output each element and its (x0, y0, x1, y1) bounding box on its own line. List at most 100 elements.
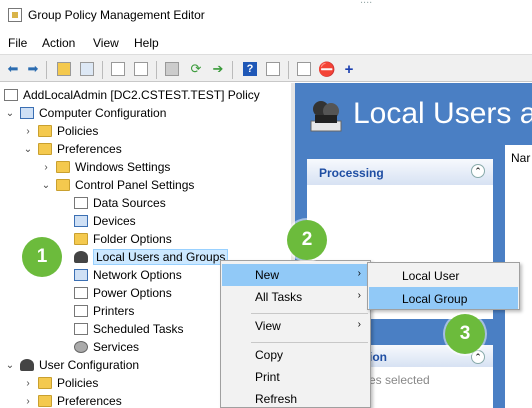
menu-item-label: View (255, 319, 281, 333)
tree-local-users-and-groups[interactable]: Local Users and Groups (70, 248, 229, 266)
submenu-item-local-group[interactable]: Local Group (369, 287, 518, 309)
copy-icon[interactable] (111, 62, 125, 76)
tree-policies[interactable]: › Policies (22, 122, 98, 140)
help-icon[interactable]: ? (243, 62, 257, 76)
export-icon[interactable]: ➔ (209, 60, 227, 78)
tree-label: Data Sources (93, 196, 166, 210)
power-options-icon (74, 287, 88, 299)
context-item-view[interactable]: View › (222, 315, 369, 337)
tree-label: Computer Configuration (39, 106, 167, 120)
tree-root[interactable]: AddLocalAdmin [DC2.CSTEST.TEST] Policy (4, 86, 260, 104)
chevron-down-icon[interactable]: ⌄ (4, 108, 16, 119)
tree-folder-options[interactable]: Folder Options (70, 230, 172, 248)
menu-item-label: Refresh (255, 392, 298, 406)
menu-view[interactable]: View (93, 36, 119, 50)
tree-root-label: AddLocalAdmin [DC2.CSTEST.TEST] Policy (23, 88, 260, 102)
menu-item-label: New (255, 268, 280, 282)
tree-label: Policies (57, 124, 99, 138)
menu-item-label: All Tasks (255, 290, 303, 304)
new-item-icon[interactable] (297, 62, 311, 76)
tree-label: Policies (57, 376, 99, 390)
tree-label: Devices (93, 214, 136, 228)
chevron-right-icon: › (357, 319, 361, 330)
properties-icon[interactable] (266, 62, 280, 76)
tree-preferences[interactable]: ⌄ Preferences (22, 140, 122, 158)
forward-arrow-icon[interactable]: ➡ (24, 60, 42, 78)
tree-label: Local Users and Groups (93, 249, 229, 265)
context-item-refresh[interactable]: Refresh (222, 388, 369, 408)
app-icon (8, 8, 22, 22)
context-item-copy[interactable]: Copy (222, 344, 369, 366)
tree-label: Services (93, 340, 140, 354)
tree-power-options[interactable]: Power Options (70, 284, 172, 302)
chevron-right-icon[interactable]: › (22, 378, 34, 389)
collapse-up-icon[interactable]: ⌃ (471, 164, 485, 178)
chevron-right-icon[interactable]: › (22, 396, 34, 407)
toolbar: ⬅ ➡ ⟳ ➔ ? ⛔ + (0, 54, 532, 82)
tree-computer-configuration[interactable]: ⌄ Computer Configuration (4, 104, 167, 122)
printers-icon (74, 305, 88, 317)
menu-item-label: Print (255, 370, 280, 384)
submenu-item-local-user[interactable]: Local User (369, 264, 518, 286)
menu-help[interactable]: Help (134, 36, 159, 50)
tree-windows-settings[interactable]: › Windows Settings (40, 158, 170, 176)
tree-user-preferences[interactable]: › Preferences (22, 392, 121, 408)
chevron-down-icon[interactable]: ⌄ (22, 144, 34, 155)
tree-label: Preferences (57, 142, 122, 156)
tree-label: Network Options (93, 268, 182, 282)
show-hide-tree-icon[interactable] (80, 62, 94, 76)
column-header-name[interactable]: Nar (511, 151, 530, 165)
tree-label: Scheduled Tasks (93, 322, 184, 336)
title-bar: Group Policy Management Editor .... (0, 0, 532, 30)
tree-devices[interactable]: Devices (70, 212, 136, 230)
tree-data-sources[interactable]: Data Sources (70, 194, 166, 212)
computer-icon (20, 107, 34, 119)
control-panel-folder-icon (56, 179, 70, 191)
tree-scheduled-tasks[interactable]: Scheduled Tasks (70, 320, 184, 338)
menu-separator (251, 313, 368, 314)
tree-label: Power Options (93, 286, 172, 300)
window-title: Group Policy Management Editor (28, 8, 205, 22)
context-item-new[interactable]: New › (222, 264, 369, 286)
folder-icon (38, 377, 52, 389)
tree-printers[interactable]: Printers (70, 302, 134, 320)
chevron-right-icon[interactable]: › (40, 162, 52, 173)
tree-label: Control Panel Settings (75, 178, 195, 192)
new-submenu: Local User Local Group (367, 262, 520, 310)
policy-doc-icon (4, 89, 18, 101)
stop-icon[interactable]: ⛔ (318, 60, 336, 78)
add-icon[interactable]: + (340, 60, 358, 78)
tree-user-configuration[interactable]: ⌄ User Configuration (4, 356, 139, 374)
menu-file[interactable]: File (8, 36, 27, 50)
callout-badge-1: 1 (22, 237, 62, 277)
tree-network-options[interactable]: Network Options (70, 266, 182, 284)
chevron-down-icon[interactable]: ⌄ (40, 180, 52, 191)
paste-icon[interactable] (134, 62, 148, 76)
chevron-right-icon[interactable]: › (22, 126, 34, 137)
folder-icon (38, 125, 52, 137)
up-folder-icon[interactable] (57, 62, 71, 76)
menu-separator (251, 342, 368, 343)
folder-icon (56, 161, 70, 173)
callout-badge-3: 3 (445, 314, 485, 354)
user-icon (20, 359, 34, 371)
network-options-icon (74, 269, 88, 281)
pane-title: Local Users a (353, 97, 532, 130)
tree-label: Windows Settings (75, 160, 171, 174)
context-item-all-tasks[interactable]: All Tasks › (222, 286, 369, 308)
tree-services[interactable]: Services (70, 338, 139, 356)
menu-bar: File Action View Help (0, 30, 532, 54)
folder-icon (38, 143, 52, 155)
menu-action[interactable]: Action (42, 36, 75, 50)
tree-user-policies[interactable]: › Policies (22, 374, 98, 392)
context-item-print[interactable]: Print (222, 366, 369, 388)
refresh-icon[interactable]: ⟳ (187, 60, 205, 78)
tree-control-panel-settings[interactable]: ⌄ Control Panel Settings (40, 176, 195, 194)
tree-label: User Configuration (39, 358, 140, 372)
back-arrow-icon[interactable]: ⬅ (4, 60, 22, 78)
chevron-down-icon[interactable]: ⌄ (4, 360, 16, 371)
context-menu: New › All Tasks › View › Copy Print Refr… (220, 260, 371, 408)
processing-header: Processing (307, 159, 493, 185)
print-icon[interactable] (165, 62, 179, 76)
tree-label: Printers (93, 304, 135, 318)
